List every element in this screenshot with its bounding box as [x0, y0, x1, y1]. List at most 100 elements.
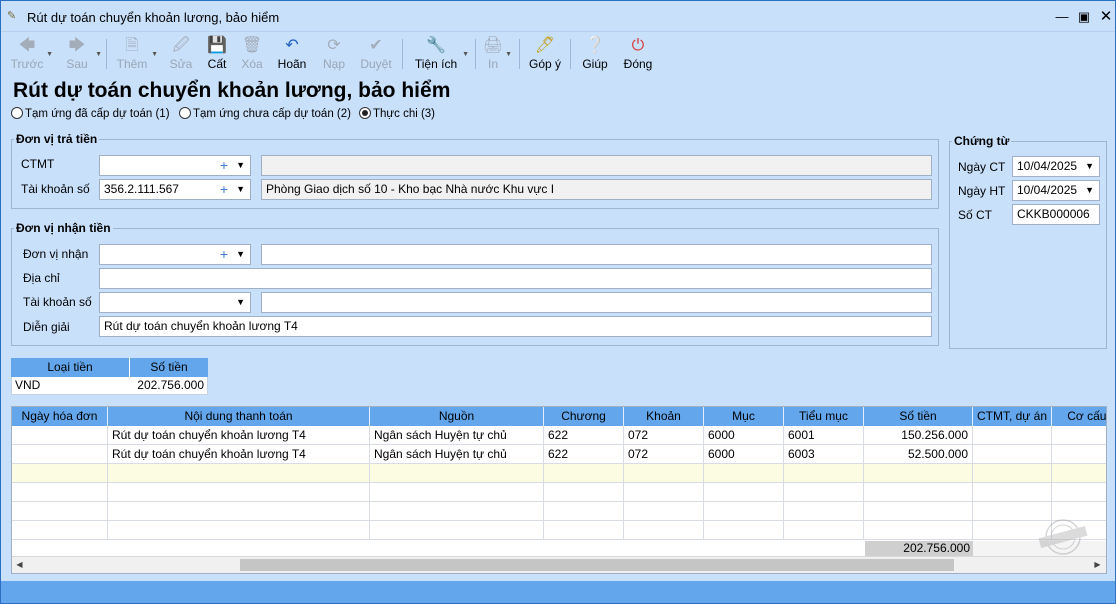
- currency-amount-cell[interactable]: 202.756.000: [130, 377, 207, 394]
- cell-invoice-date[interactable]: [12, 426, 108, 445]
- plus-icon[interactable]: +: [220, 156, 228, 175]
- back-button[interactable]: 🡄 Trước ▼: [9, 33, 53, 75]
- empty-cell[interactable]: [864, 521, 973, 540]
- empty-cell[interactable]: [370, 464, 544, 483]
- cell-section[interactable]: 6000: [704, 445, 784, 464]
- cell-structure[interactable]: [1052, 426, 1106, 445]
- empty-cell[interactable]: [704, 521, 784, 540]
- voucher-no-field[interactable]: CKKB000006: [1012, 204, 1100, 225]
- scrollbar-thumb[interactable]: [240, 559, 954, 571]
- col-amount[interactable]: Số tiền: [864, 407, 973, 426]
- chevron-down-icon[interactable]: ▼: [236, 293, 245, 312]
- payer-account-combo[interactable]: 356.2.111.567 + ▼: [99, 179, 251, 200]
- dropdown-arrow-icon[interactable]: ▼: [95, 51, 102, 58]
- ctmt-combo[interactable]: + ▼: [99, 155, 251, 176]
- save-button[interactable]: 💾 Cất: [203, 33, 231, 75]
- chevron-down-icon[interactable]: ▼: [1085, 181, 1094, 200]
- empty-cell[interactable]: [12, 483, 108, 502]
- empty-cell[interactable]: [624, 521, 704, 540]
- edit-button[interactable]: 🖉 Sửa: [166, 33, 196, 75]
- col-payment-content[interactable]: Nội dung thanh toán: [108, 407, 370, 426]
- empty-cell[interactable]: [370, 502, 544, 521]
- radio-circle[interactable]: [11, 107, 23, 119]
- utilities-button[interactable]: 🔧 Tiện ích ▼: [411, 33, 469, 75]
- empty-cell[interactable]: [1052, 464, 1106, 483]
- plus-icon[interactable]: +: [220, 180, 228, 199]
- empty-cell[interactable]: [12, 521, 108, 540]
- empty-cell[interactable]: [108, 483, 370, 502]
- empty-cell[interactable]: [704, 464, 784, 483]
- col-source[interactable]: Nguồn: [370, 407, 544, 426]
- dropdown-arrow-icon[interactable]: ▼: [151, 51, 158, 58]
- close-button[interactable]: ⏻ Đóng: [621, 33, 655, 75]
- empty-cell[interactable]: [864, 483, 973, 502]
- approve-button[interactable]: ✔ Duyệt: [358, 33, 394, 75]
- scroll-right-icon[interactable]: ▶: [1090, 557, 1105, 573]
- col-subsection[interactable]: Tiểu mục: [784, 407, 864, 426]
- empty-cell[interactable]: [704, 483, 784, 502]
- cell-subsection[interactable]: 6003: [784, 445, 864, 464]
- cell-section[interactable]: 6000: [704, 426, 784, 445]
- empty-cell[interactable]: [864, 502, 973, 521]
- load-button[interactable]: ⟳ Nạp: [319, 33, 349, 75]
- radio-circle-selected[interactable]: [359, 107, 371, 119]
- col-chapter[interactable]: Chương: [544, 407, 624, 426]
- cell-item[interactable]: 072: [624, 445, 704, 464]
- cell-source[interactable]: Ngân sách Huyện tự chủ: [370, 445, 544, 464]
- empty-cell[interactable]: [544, 483, 624, 502]
- cell-amount[interactable]: 150.256.000: [864, 426, 973, 445]
- col-program[interactable]: CTMT, dự án: [973, 407, 1052, 426]
- scroll-left-icon[interactable]: ◀: [12, 557, 27, 573]
- empty-cell[interactable]: [973, 464, 1052, 483]
- address-field[interactable]: [99, 268, 932, 289]
- cell-structure[interactable]: [1052, 445, 1106, 464]
- payee-unit-combo[interactable]: + ▼: [99, 244, 251, 265]
- cell-invoice-date[interactable]: [12, 445, 108, 464]
- currency-row[interactable]: VND 202.756.000: [11, 377, 208, 395]
- empty-cell[interactable]: [12, 464, 108, 483]
- delete-button[interactable]: 🗑 Xóa: [237, 33, 267, 75]
- empty-cell[interactable]: [624, 464, 704, 483]
- empty-cell[interactable]: [108, 521, 370, 540]
- empty-row[interactable]: [12, 521, 1106, 540]
- col-structure[interactable]: Cơ cấu v: [1052, 407, 1106, 426]
- cell-amount[interactable]: 52.500.000: [864, 445, 973, 464]
- horizontal-scrollbar[interactable]: ◀ ▶: [12, 556, 1106, 573]
- dropdown-arrow-icon[interactable]: ▼: [505, 51, 512, 58]
- cell-chapter[interactable]: 622: [544, 426, 624, 445]
- empty-cell[interactable]: [784, 521, 864, 540]
- empty-cell[interactable]: [864, 464, 973, 483]
- empty-cell[interactable]: [544, 521, 624, 540]
- col-invoice-date[interactable]: Ngày hóa đơn: [12, 407, 108, 426]
- radio-advance-allocated[interactable]: Tạm ứng đã cấp dự toán (1): [11, 107, 170, 120]
- cell-item[interactable]: 072: [624, 426, 704, 445]
- table-row[interactable]: Rút dự toán chuyển khoản lương T4 Ngân s…: [12, 426, 1106, 445]
- dropdown-arrow-icon[interactable]: ▼: [46, 51, 53, 58]
- undo-button[interactable]: ↶ Hoãn: [275, 33, 309, 75]
- empty-cell[interactable]: [973, 483, 1052, 502]
- new-row[interactable]: [12, 464, 1106, 483]
- empty-row[interactable]: [12, 483, 1106, 502]
- dropdown-arrow-icon[interactable]: ▼: [462, 51, 469, 58]
- empty-cell[interactable]: [784, 483, 864, 502]
- table-row[interactable]: Rút dự toán chuyển khoản lương T4 Ngân s…: [12, 445, 1106, 464]
- empty-row[interactable]: [12, 502, 1106, 521]
- radio-advance-unallocated[interactable]: Tạm ứng chưa cấp dự toán (2): [179, 107, 351, 120]
- note-field[interactable]: Rút dự toán chuyển khoản lương T4: [99, 316, 932, 337]
- col-item[interactable]: Khoản: [624, 407, 704, 426]
- empty-cell[interactable]: [370, 521, 544, 540]
- currency-type-cell[interactable]: VND: [12, 377, 130, 394]
- help-button[interactable]: ❔ Giúp: [580, 33, 610, 75]
- chevron-down-icon[interactable]: ▼: [236, 245, 245, 264]
- empty-cell[interactable]: [624, 483, 704, 502]
- minimize-icon[interactable]: —: [1051, 7, 1073, 27]
- empty-cell[interactable]: [624, 502, 704, 521]
- col-section[interactable]: Mục: [704, 407, 784, 426]
- empty-cell[interactable]: [544, 464, 624, 483]
- chevron-down-icon[interactable]: ▼: [236, 156, 245, 175]
- chevron-down-icon[interactable]: ▼: [1085, 157, 1094, 176]
- date-ht-picker[interactable]: 10/04/2025 ▼: [1012, 180, 1100, 201]
- empty-cell[interactable]: [704, 502, 784, 521]
- cell-program[interactable]: [973, 445, 1052, 464]
- add-button[interactable]: 🗎 Thêm ▼: [114, 33, 158, 75]
